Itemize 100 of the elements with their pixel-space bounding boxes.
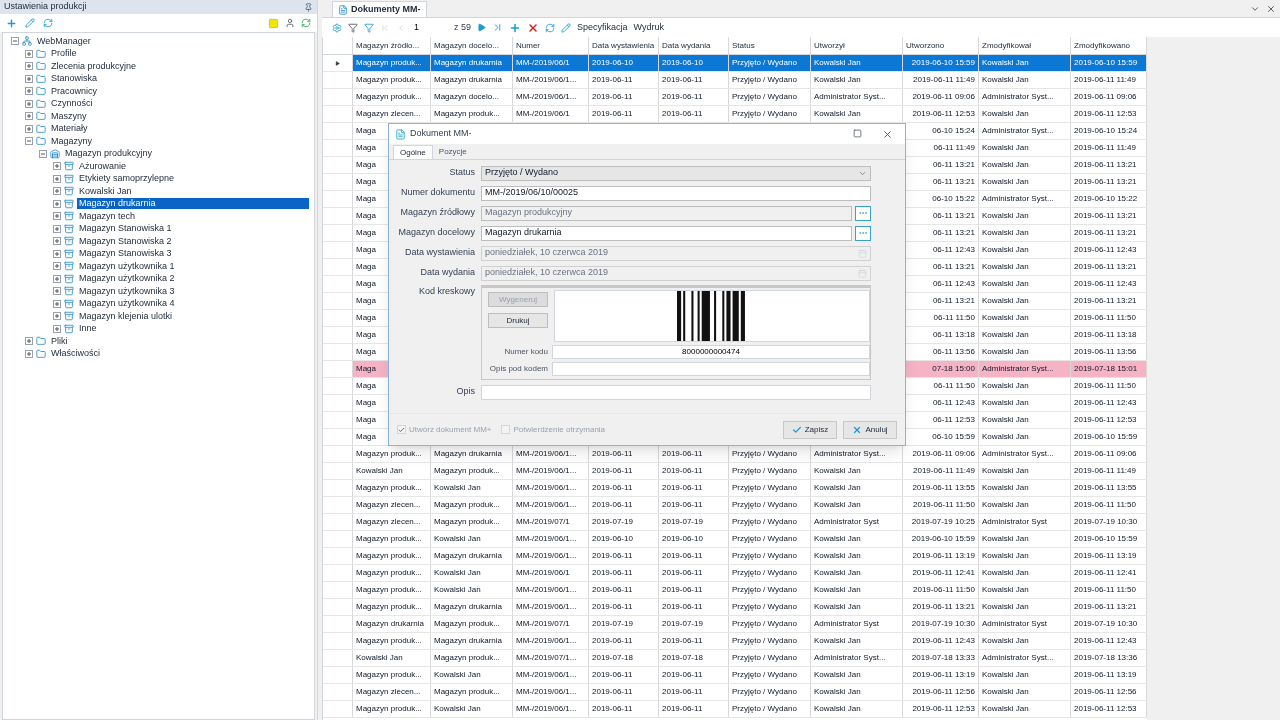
expand-icon[interactable]	[25, 124, 33, 133]
dialog-tab[interactable]: Ogólne	[393, 145, 433, 159]
expand-icon[interactable]	[53, 199, 61, 208]
tree-item[interactable]: Pracownicy	[49, 85, 99, 97]
tree-item[interactable]: Stanowiska	[49, 73, 100, 85]
tree-item[interactable]: Etykiety samoprzylepne	[77, 173, 177, 185]
collapse-icon[interactable]	[11, 37, 19, 46]
tree-item[interactable]: Magazyn klejenia ulotki	[77, 310, 175, 322]
table-row[interactable]: Magazyn drukarnia Magazyn produk... MM-/2019/07/1 2019-07-19 2019-07-19 Przyjęto / Wydano Administrator Syst 2019-07-19 10:30 Administrator Syst 2019-07-19 10:30	[353, 616, 1147, 632]
expand-icon[interactable]	[53, 249, 61, 258]
refresh-icon[interactable]	[545, 22, 555, 33]
cancel-button[interactable]: Anuluj	[843, 420, 897, 439]
input-field[interactable]	[552, 362, 870, 376]
next-page-icon[interactable]	[477, 23, 486, 32]
browse-button[interactable]	[855, 205, 871, 221]
expand-icon[interactable]	[53, 299, 61, 308]
expand-icon[interactable]	[53, 162, 61, 171]
browse-button[interactable]	[855, 225, 871, 241]
status-dropdown[interactable]: Przyjęto / Wydano	[481, 165, 871, 181]
expand-icon[interactable]	[25, 112, 33, 121]
tree-item[interactable]: Magazyn produkcyjny	[63, 148, 155, 160]
edit-icon[interactable]	[25, 17, 35, 28]
expand-icon[interactable]	[53, 212, 61, 221]
gear-icon[interactable]	[332, 22, 342, 33]
tree-item[interactable]: Pliki	[49, 335, 70, 347]
filter-icon[interactable]	[348, 22, 358, 33]
table-row[interactable]: Magazyn produk... Magazyn drukarnia MM-/2019/06/1... 2019-06-11 2019-06-11 Przyjęto / Wydano Kowalski Jan 2019-06-11 13:21 Kowalski Jan 2019-06-11 13:21	[353, 599, 1147, 615]
table-row[interactable]: Magazyn produk... Kowalski Jan MM-/2019/06/1... 2019-06-11 2019-06-11 Przyjęto / Wydano Kowalski Jan 2019-06-11 13:55 Kowalski Jan 2019-06-11 13:55	[353, 480, 1147, 496]
table-row[interactable]: Magazyn produk... Kowalski Jan MM-/2019/06/1... 2019-06-11 2019-06-11 Przyjęto / Wydano Kowalski Jan 2019-06-11 13:19 Kowalski Jan 2019-06-11 13:19	[353, 667, 1147, 683]
expand-icon[interactable]	[25, 49, 33, 58]
table-row[interactable]: Magazyn zlecen... Magazyn produk... MM-/2019/06/1 2019-06-11 2019-06-11 Przyjęto / Wydano Kowalski Jan 2019-06-11 12:53 Kowalski Jan 2019-06-11 12:53	[353, 106, 1147, 122]
barcode-number-field[interactable]: 8000000000474	[552, 345, 870, 359]
input-field[interactable]: MM-/2019/06/10/00025	[481, 185, 871, 201]
tree-item[interactable]: Materiały	[49, 123, 90, 135]
tree-item[interactable]: Magazyn użytkownika 3	[77, 285, 177, 297]
collapse-icon[interactable]	[25, 137, 33, 146]
table-row[interactable]: Magazyn produk... Kowalski Jan MM-/2019/06/1... 2019-06-10 2019-06-10 Przyjęto / Wydano Kowalski Jan 2019-06-10 15:59 Kowalski Jan 2019-06-10 15:59	[353, 531, 1147, 547]
last-page-icon[interactable]	[492, 22, 503, 33]
toolbar-button[interactable]: Specyfikacja	[577, 20, 628, 35]
tree-item[interactable]: Magazyn użytkownika 1	[77, 260, 177, 272]
page-field[interactable]: 1	[412, 21, 448, 34]
delete-icon[interactable]	[527, 21, 539, 34]
dropdown-icon[interactable]	[1250, 4, 1260, 14]
input-field[interactable]: Magazyn drukarnia	[481, 225, 852, 241]
column-header[interactable]: Utworzono	[903, 37, 979, 54]
pin-icon[interactable]	[304, 2, 313, 12]
column-header[interactable]: Numer	[513, 37, 589, 54]
table-row[interactable]: Magazyn produk... Kowalski Jan MM-/2019/06/1 2019-06-11 2019-06-11 Przyjęto / Wydano Kowalski Jan 2019-06-11 12:41 Kowalski Jan 2019-06-11 12:41	[353, 565, 1147, 581]
description-field[interactable]	[481, 384, 871, 400]
tree-item[interactable]: Zlecenia produkcyjne	[49, 60, 139, 72]
tree-item[interactable]: Maszyny	[49, 110, 89, 122]
expand-icon[interactable]	[53, 287, 61, 296]
table-row[interactable]: Magazyn produk... Magazyn drukarnia MM-/2019/06/1... 2019-06-11 2019-06-11 Przyjęto / Wydano Kowalski Jan 2019-06-11 11:49 Kowalski Jan 2019-06-11 11:49	[353, 72, 1147, 88]
tree-item[interactable]: Kowalski Jan	[77, 185, 134, 197]
tree-item[interactable]: WebManager	[35, 35, 93, 47]
add-icon[interactable]	[6, 17, 17, 29]
barcode-button[interactable]: Drukuj	[488, 313, 548, 328]
expand-icon[interactable]	[53, 237, 61, 246]
table-row[interactable]: Magazyn produk... Magazyn drukarnia MM-/2019/06/1... 2019-06-11 2019-06-11 Przyjęto / Wydano Kowalski Jan 2019-06-11 12:43 Kowalski Jan 2019-06-11 12:43	[353, 633, 1147, 649]
refresh-icon[interactable]	[43, 17, 53, 28]
expand-icon[interactable]	[53, 312, 61, 321]
table-row[interactable]: Magazyn zlecen... Magazyn produk... MM-/2019/06/1... 2019-06-11 2019-06-11 Przyjęto / Wydano Kowalski Jan 2019-06-11 11:50 Kowalski Jan 2019-06-11 11:50	[353, 497, 1147, 513]
expand-icon[interactable]	[25, 349, 33, 358]
column-header[interactable]: Magazyn docelo...	[431, 37, 513, 54]
refresh-icon[interactable]	[301, 18, 311, 28]
column-header[interactable]: Magazyn źródło...	[353, 37, 431, 54]
expand-icon[interactable]	[53, 187, 61, 196]
toolbar-button[interactable]: Wydruk	[633, 20, 664, 35]
tree-item[interactable]: Magazyn użytkownika 4	[77, 298, 177, 310]
collapse-icon[interactable]	[39, 149, 47, 158]
tree-item[interactable]: Ażurowanie	[77, 160, 129, 172]
tree-item[interactable]: Magazyny	[49, 135, 95, 147]
save-button[interactable]: Zapisz	[783, 420, 837, 439]
expand-icon[interactable]	[25, 62, 33, 71]
document-tab[interactable]: Dokumenty MM-	[332, 1, 427, 17]
column-header[interactable]: Zmodyfikował	[979, 37, 1071, 54]
expand-icon[interactable]	[25, 74, 33, 83]
table-row[interactable]: Magazyn zlecen... Magazyn produk... MM-/2019/07/1 2019-07-19 2019-07-19 Przyjęto / Wydano Administrator Syst 2019-07-19 10:25 Administrator Syst 2019-07-19 10:30	[353, 514, 1147, 530]
table-row[interactable]: Magazyn produk... Magazyn drukarnia MM-/2019/06/1 2019-06-10 2019-06-10 Przyjęto / Wydano Kowalski Jan 2019-06-10 15:59 Kowalski Jan 2019-06-10 15:59	[353, 55, 1147, 71]
table-row[interactable]: Magazyn produk... Kowalski Jan MM-/2019/06/1... 2019-06-11 2019-06-11 Przyjęto / Wydano Kowalski Jan 2019-06-11 11:50 Kowalski Jan 2019-06-11 11:50	[353, 582, 1147, 598]
column-header[interactable]: Data wydania	[659, 37, 729, 54]
table-row[interactable]: Magazyn produk... Magazyn drukarnia MM-/2019/06/1... 2019-06-11 2019-06-11 Przyjęto / Wydano Kowalski Jan 2019-06-11 13:19 Kowalski Jan 2019-06-11 13:19	[353, 548, 1147, 564]
add-icon[interactable]	[509, 21, 521, 34]
expand-icon[interactable]	[53, 224, 61, 233]
table-row[interactable]: Magazyn produk... Magazyn docelo... MM-/2019/06/1... 2019-06-11 2019-06-11 Przyjęto / Wydano Administrator Syst... 2019-06-11 09:06 Administrator Syst... 2019-06-11 09:06	[353, 89, 1147, 105]
tree-item[interactable]: Magazyn Stanowiska 1	[77, 223, 174, 235]
maximize-icon[interactable]	[853, 128, 862, 138]
close-icon[interactable]	[1266, 4, 1276, 14]
expand-icon[interactable]	[25, 99, 33, 108]
expand-icon[interactable]	[25, 337, 33, 346]
tree-item[interactable]: Właściwości	[49, 348, 102, 360]
table-row[interactable]: Kowalski Jan Magazyn produk... MM-/2019/07/1... 2019-07-18 2019-07-18 Przyjęto / Wydano Administrator Syst... 2019-07-18 13:33 Administrator Syst... 2019-07-18 13:36	[353, 650, 1147, 666]
tree-item[interactable]: Magazyn Stanowiska 2	[77, 235, 174, 247]
column-header[interactable]: Data wystawienia	[589, 37, 659, 54]
column-header[interactable]: Utworzył	[811, 37, 903, 54]
table-row[interactable]: Magazyn zlecen... Magazyn produk... MM-/2019/06/1... 2019-06-11 2019-06-11 Przyjęto / Wydano Kowalski Jan 2019-06-11 12:56 Kowalski Jan 2019-06-11 12:56	[353, 684, 1147, 700]
tree-item[interactable]: Magazyn tech	[77, 210, 138, 222]
tree-item[interactable]: Inne	[77, 323, 99, 335]
table-row[interactable]: Magazyn produk... Kowalski Jan MM-/2019/06/1... 2019-06-11 2019-06-11 Przyjęto / Wydano Kowalski Jan 2019-06-11 12:53 Kowalski Jan 2019-06-11 12:53	[353, 701, 1147, 717]
filter-icon[interactable]	[364, 22, 374, 33]
